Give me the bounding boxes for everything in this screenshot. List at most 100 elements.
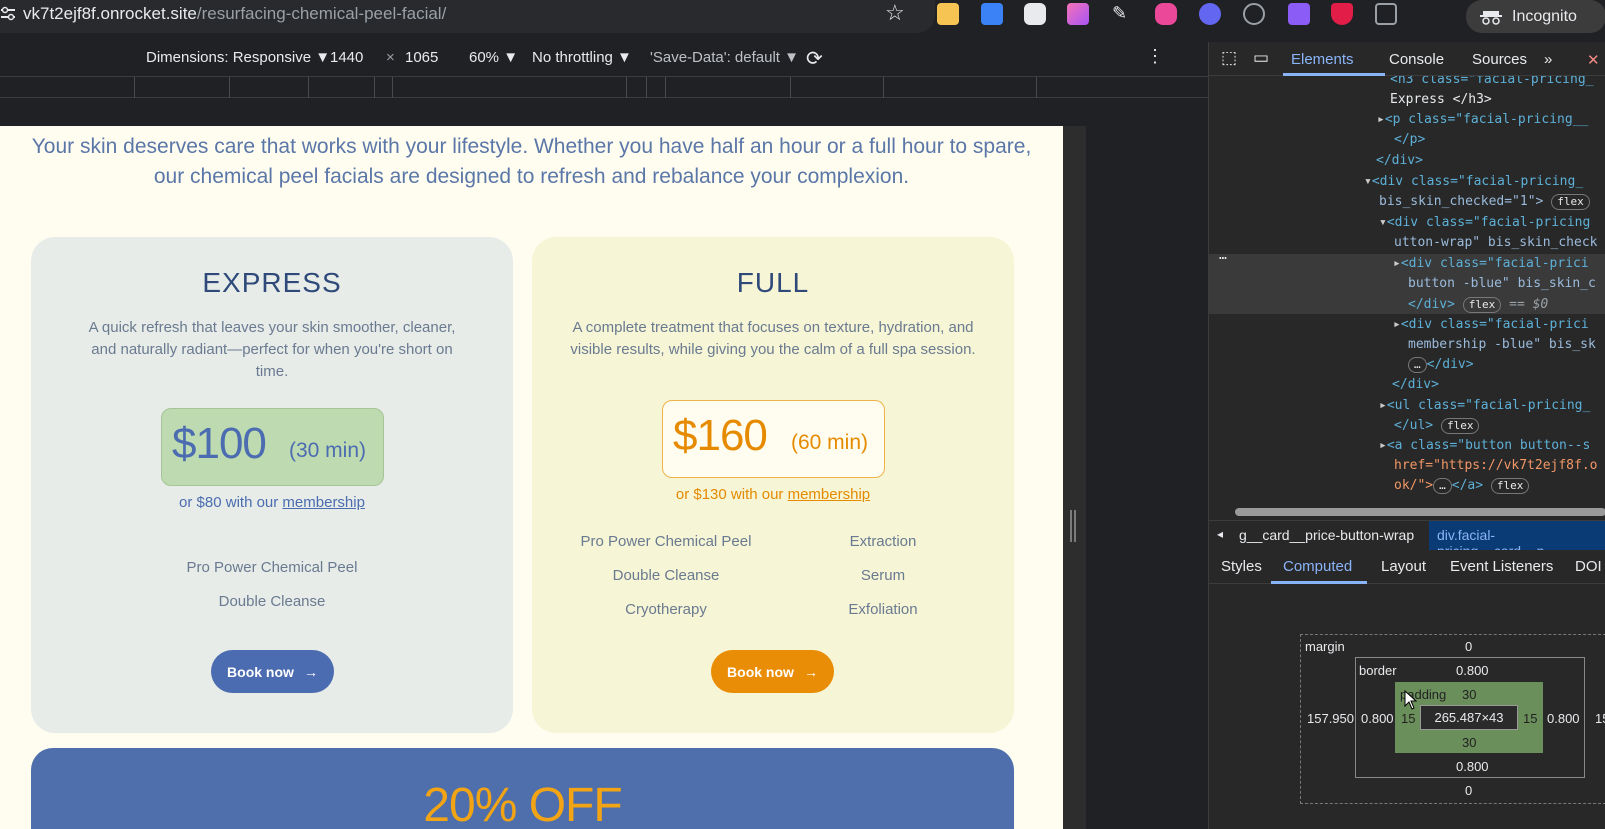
padding-right-value[interactable]: 15 xyxy=(1523,711,1537,726)
express-membership-text: or $80 with our membership xyxy=(31,494,513,511)
extension-lens-icon[interactable] xyxy=(1288,3,1310,25)
margin-label: margin xyxy=(1305,639,1345,654)
close-icon[interactable]: ✕ xyxy=(1587,51,1600,69)
full-book-now-label: Book now xyxy=(727,663,794,680)
dom-line[interactable]: ▸<a class="button button--s xyxy=(1379,438,1590,453)
rotate-icon[interactable]: ⟳ xyxy=(806,46,823,71)
bookmark-star-icon[interactable]: ☆ xyxy=(885,2,907,24)
express-title: EXPRESS xyxy=(202,267,342,298)
dom-line[interactable]: ▾<div class="facial-pricing_ xyxy=(1364,174,1583,189)
more-options-icon[interactable]: ⋮ xyxy=(1146,46,1164,67)
express-description: A quick refresh that leaves your skin sm… xyxy=(88,319,456,380)
tab-layout[interactable]: Layout xyxy=(1381,558,1426,575)
tab-console[interactable]: Console xyxy=(1389,51,1444,68)
full-description: A complete treatment that focuses on tex… xyxy=(570,319,976,358)
breadcrumb-item-active[interactable]: div.facial-pricing__card__p xyxy=(1429,521,1605,559)
save-data-select[interactable]: 'Save-Data': default ▼ xyxy=(650,49,799,66)
address-bar[interactable]: vk7t2ejf8f.onrocket.site/resurfacing-che… xyxy=(0,0,935,33)
incognito-indicator[interactable]: Incognito xyxy=(1466,0,1605,33)
full-feature: Cryotherapy xyxy=(625,601,707,618)
express-membership-link[interactable]: membership xyxy=(282,494,365,511)
border-bottom-value[interactable]: 0.800 xyxy=(1456,759,1489,774)
row-actions-icon[interactable]: … xyxy=(1219,248,1227,263)
puzzle-icon[interactable] xyxy=(1375,3,1397,25)
extension-notes-icon[interactable] xyxy=(937,3,959,25)
padding-bottom-value[interactable]: 30 xyxy=(1462,735,1476,750)
extension-gradient-icon[interactable] xyxy=(1067,3,1089,25)
extension-stack-icon[interactable] xyxy=(1199,3,1221,25)
border-label: border xyxy=(1359,663,1397,678)
tab-dom[interactable]: DOI xyxy=(1575,558,1602,575)
extension-docs-icon[interactable] xyxy=(981,3,1003,25)
browser-toolbar: vk7t2ejf8f.onrocket.site/resurfacing-che… xyxy=(0,0,1605,42)
express-book-now-label: Book now xyxy=(227,663,294,680)
dom-line-selected[interactable]: ▸<div class="facial-prici xyxy=(1393,256,1589,271)
full-feature: Pro Power Chemical Peel xyxy=(580,533,752,550)
margin-left-value[interactable]: 157.950 xyxy=(1307,711,1354,726)
dom-line[interactable]: </div> xyxy=(1392,377,1439,392)
margin-bottom-value[interactable]: 0 xyxy=(1465,783,1472,798)
dom-line[interactable]: </p> xyxy=(1394,132,1425,147)
width-input[interactable]: 1440 xyxy=(330,49,363,66)
dom-line[interactable]: Express </h3> xyxy=(1390,92,1492,107)
content-size[interactable]: 265.487×43 xyxy=(1420,705,1518,730)
express-book-now-button[interactable]: Book now → xyxy=(211,650,334,693)
dom-line[interactable]: </div> xyxy=(1376,153,1423,168)
dom-line[interactable]: ▸<p class="facial-pricing__ xyxy=(1377,112,1588,127)
compass-icon[interactable] xyxy=(1243,3,1265,25)
dom-line[interactable]: utton-wrap" bis_skin_check xyxy=(1394,235,1598,250)
tab-event-listeners[interactable]: Event Listeners xyxy=(1450,558,1553,575)
dom-tree[interactable]: <h3 class="facial-pricing_ Express </h3>… xyxy=(1209,76,1605,504)
extension-video-icon[interactable] xyxy=(1155,3,1177,25)
dom-line[interactable]: bis_skin_checked="1"> flex xyxy=(1379,194,1590,210)
zoom-select[interactable]: 60% ▼ xyxy=(469,49,518,66)
device-toggle-icon[interactable]: ▭ xyxy=(1253,48,1269,68)
margin-top-value[interactable]: 0 xyxy=(1465,639,1472,654)
breadcrumb-item[interactable]: g__card__price-button-wrap xyxy=(1239,527,1414,543)
viewport-resize-handle[interactable] xyxy=(1070,510,1076,542)
full-price: $160 xyxy=(673,411,768,460)
padding-left-value[interactable]: 15 xyxy=(1401,711,1415,726)
horizontal-scrollbar[interactable] xyxy=(1209,504,1605,520)
url-text[interactable]: vk7t2ejf8f.onrocket.site/resurfacing-che… xyxy=(23,4,446,24)
height-input[interactable]: 1065 xyxy=(405,49,438,66)
dom-line-selected[interactable]: button -blue" bis_skin_c xyxy=(1408,276,1596,291)
tab-elements[interactable]: Elements xyxy=(1291,51,1354,68)
dom-line[interactable]: … </div> xyxy=(1408,357,1474,373)
dom-line[interactable]: ▸<div class="facial-prici xyxy=(1393,317,1589,332)
throttling-select[interactable]: No throttling ▼ xyxy=(532,49,632,66)
devtools-panel: ⬚ ▭ Elements Console Sources » ✕ <h3 cla… xyxy=(1208,42,1605,829)
dom-line[interactable]: membership -blue" bis_sk xyxy=(1408,337,1596,352)
full-membership-link[interactable]: membership xyxy=(788,486,871,503)
scrollbar-thumb[interactable] xyxy=(1235,508,1605,516)
border-left-value[interactable]: 0.800 xyxy=(1361,711,1394,726)
breadcrumb: ◂ g__card__price-button-wrap div.facial-… xyxy=(1209,520,1605,559)
dom-line[interactable]: ▾<div class="facial-pricing xyxy=(1379,215,1590,230)
express-feature: Double Cleanse xyxy=(218,593,326,610)
tab-computed[interactable]: Computed xyxy=(1283,558,1352,575)
styles-pane-tabs: Styles Computed Layout Event Listeners D… xyxy=(1209,550,1605,584)
breadcrumb-left-icon[interactable]: ◂ xyxy=(1217,527,1223,541)
eyedropper-icon[interactable]: ✎ xyxy=(1112,3,1134,25)
dimensions-select[interactable]: Dimensions: Responsive ▼ xyxy=(146,49,330,66)
dom-line[interactable]: href="https://vk7t2ejf8f.o xyxy=(1394,458,1598,473)
dom-line[interactable]: ▸<ul class="facial-pricing_ xyxy=(1379,398,1590,413)
extension-camera-icon[interactable] xyxy=(1024,3,1046,25)
inspect-element-icon[interactable]: ⬚ xyxy=(1221,48,1237,68)
site-settings-icon[interactable] xyxy=(0,6,16,22)
border-top-value[interactable]: 0.800 xyxy=(1456,663,1489,678)
margin-right-value[interactable]: 15 xyxy=(1595,711,1605,726)
express-membership-prefix: or $80 with our xyxy=(179,494,283,511)
padding-top-value[interactable]: 30 xyxy=(1462,687,1476,702)
full-book-now-button[interactable]: Book now → xyxy=(711,650,834,693)
dom-line[interactable]: ok/">… </a> flex xyxy=(1394,478,1530,494)
border-right-value[interactable]: 0.800 xyxy=(1547,711,1580,726)
dom-line-selected[interactable]: </div> flex == $0 xyxy=(1408,297,1548,313)
dom-line[interactable]: </ul> flex xyxy=(1394,418,1480,434)
more-tabs-icon[interactable]: » xyxy=(1544,51,1552,68)
dom-line[interactable]: <h3 class="facial-pricing_ xyxy=(1390,76,1594,87)
tab-styles[interactable]: Styles xyxy=(1221,558,1262,575)
media-query-ruler[interactable] xyxy=(0,76,1208,99)
tab-sources[interactable]: Sources xyxy=(1472,51,1527,68)
shield-icon[interactable] xyxy=(1331,3,1353,25)
